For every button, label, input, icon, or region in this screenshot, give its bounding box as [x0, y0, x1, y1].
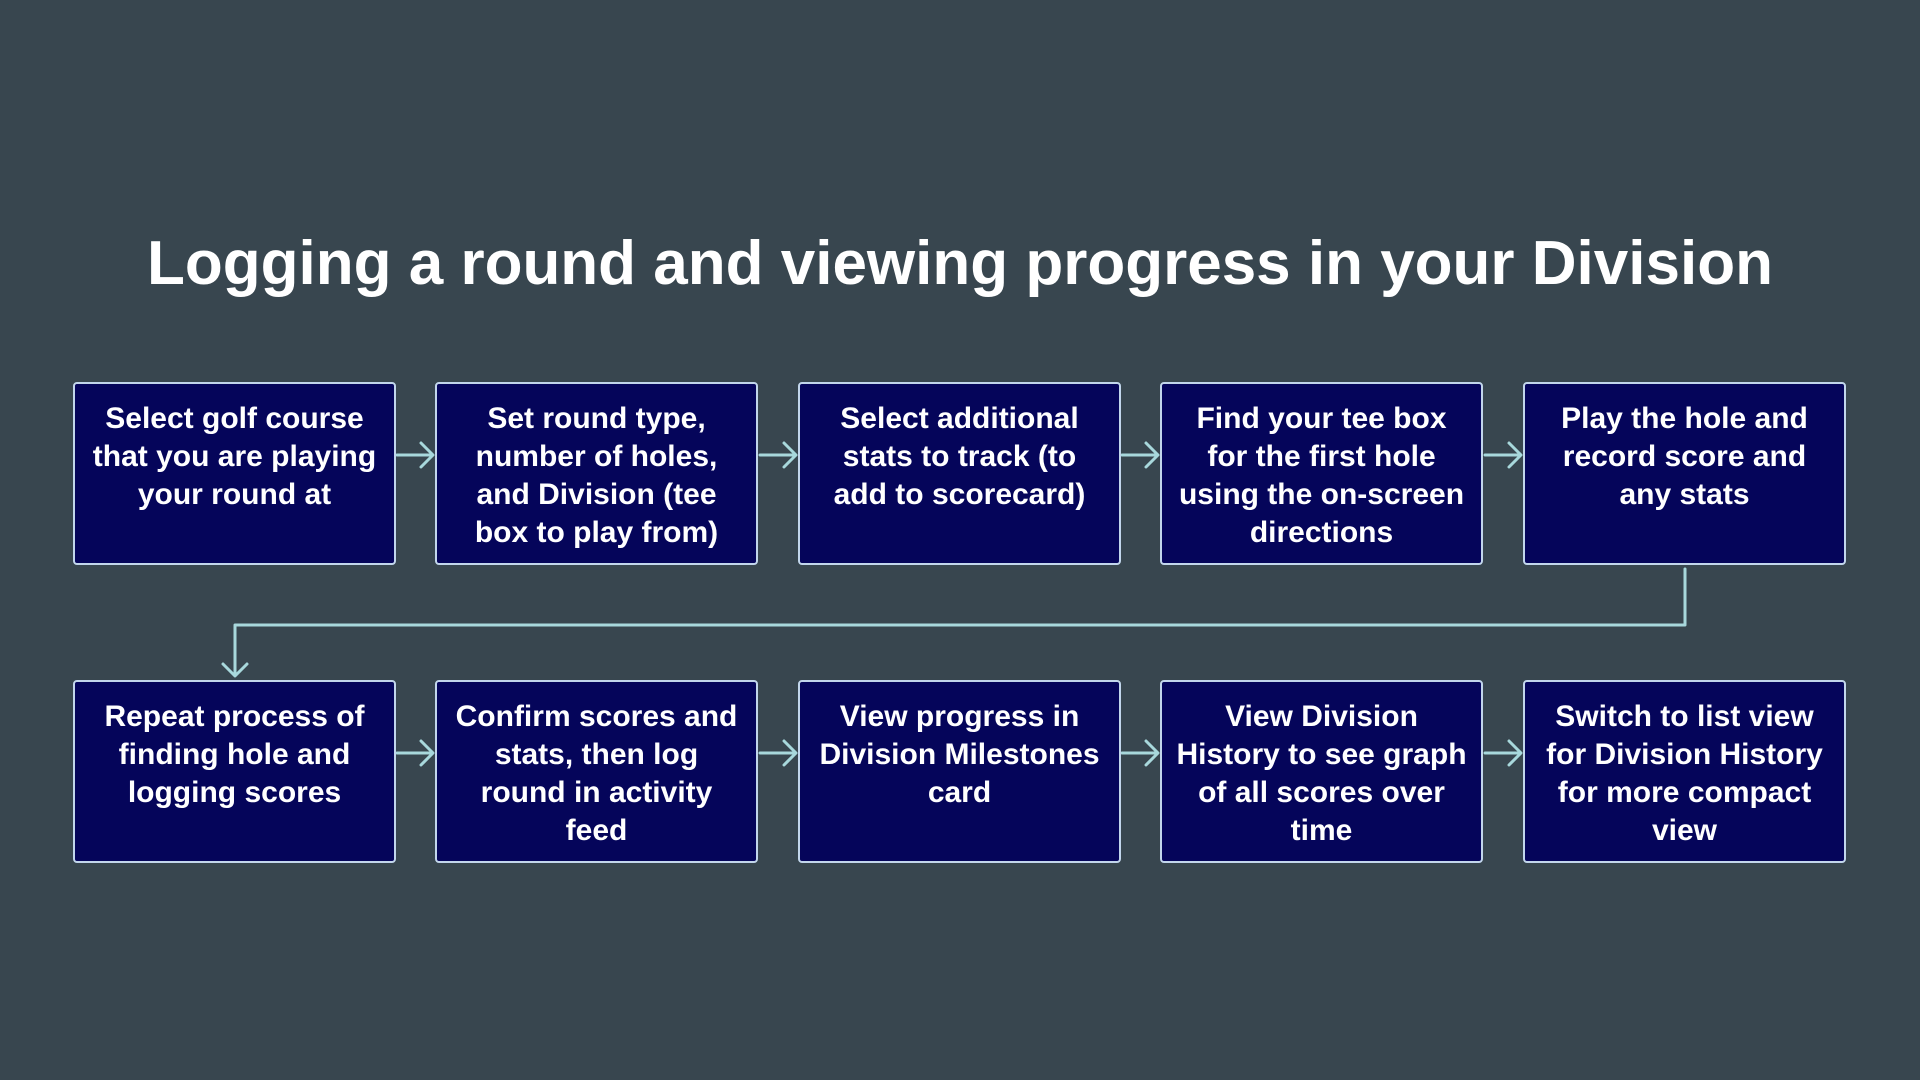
- arrow-step-2-to-3: [758, 441, 798, 469]
- arrow-step-4-to-5: [1483, 441, 1523, 469]
- arrow-step-1-to-2: [395, 441, 435, 469]
- arrow-step-6-to-7: [395, 739, 435, 767]
- arrow-step-7-to-8: [758, 739, 798, 767]
- step-10-switch-to-list-view: Switch to list view for Division History…: [1523, 680, 1846, 863]
- step-6-repeat-process: Repeat process of finding hole and loggi…: [73, 680, 396, 863]
- arrow-step-3-to-4: [1120, 441, 1160, 469]
- step-4-find-tee-box: Find your tee box for the first hole usi…: [1160, 382, 1483, 565]
- arrow-step-9-to-10: [1483, 739, 1523, 767]
- step-3-select-additional-stats: Select additional stats to track (to add…: [798, 382, 1121, 565]
- step-9-view-division-history: View Division History to see graph of al…: [1160, 680, 1483, 863]
- step-2-set-round-type: Set round type, number of holes, and Div…: [435, 382, 758, 565]
- arrow-step-8-to-9: [1120, 739, 1160, 767]
- step-5-play-hole: Play the hole and record score and any s…: [1523, 382, 1846, 565]
- arrow-step-5-to-6: [221, 567, 1687, 678]
- step-8-view-progress: View progress in Division Milestones car…: [798, 680, 1121, 863]
- step-1-select-golf-course: Select golf course that you are playing …: [73, 382, 396, 565]
- step-7-confirm-scores: Confirm scores and stats, then log round…: [435, 680, 758, 863]
